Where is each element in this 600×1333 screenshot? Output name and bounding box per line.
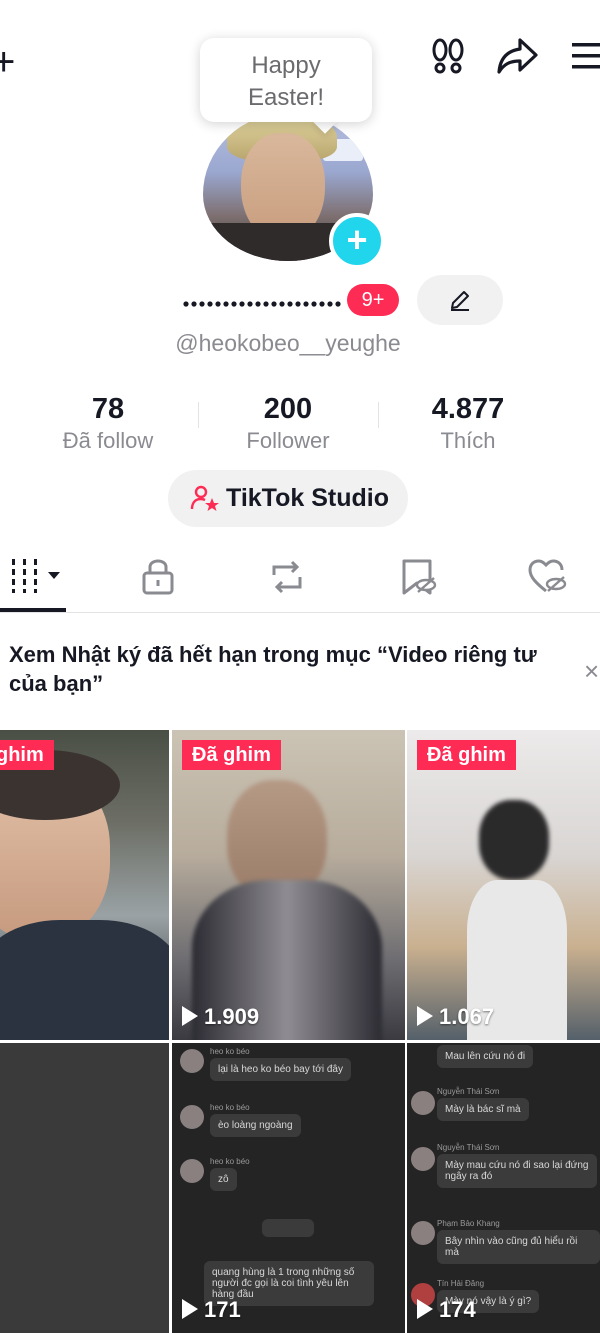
notification-badge[interactable]: 9+ xyxy=(347,284,399,316)
pinned-badge: Đã ghim xyxy=(417,740,516,770)
bubble-line1: Happy xyxy=(251,52,321,79)
liked-tab[interactable] xyxy=(526,555,570,599)
likes-label: Thích xyxy=(440,428,496,453)
play-icon xyxy=(182,1299,198,1319)
view-count: 171 xyxy=(182,1297,241,1323)
view-count: 1.067 xyxy=(417,1004,494,1030)
share-icon[interactable] xyxy=(496,36,538,76)
studio-label: TikTok Studio xyxy=(226,484,389,512)
stat-following[interactable]: 78 Đã follow xyxy=(18,392,198,456)
menu-icon[interactable] xyxy=(568,36,600,76)
tiktok-studio-button[interactable]: TikTok Studio xyxy=(168,470,408,527)
video-tile[interactable]: Đã ghim 1.067 xyxy=(407,730,600,1040)
add-avatar-button[interactable]: + xyxy=(329,213,385,269)
close-icon[interactable]: × xyxy=(584,656,599,687)
pencil-icon xyxy=(451,291,469,311)
edit-profile-button[interactable] xyxy=(417,275,503,325)
heart-hidden-icon xyxy=(528,559,567,593)
display-name xyxy=(182,296,344,307)
pinned-badge: ghim xyxy=(0,740,54,770)
grid-icon xyxy=(12,559,60,593)
repost-icon xyxy=(272,560,302,594)
play-icon xyxy=(182,1006,198,1026)
add-icon[interactable]: + xyxy=(0,42,15,82)
video-tile[interactable] xyxy=(0,1043,169,1333)
followers-count: 200 xyxy=(263,393,313,425)
footprints-icon[interactable] xyxy=(428,36,468,76)
likes-count: 4.877 xyxy=(431,393,505,425)
stat-likes[interactable]: 4.877 Thích xyxy=(378,392,558,456)
username: @heokobeo__yeughe xyxy=(175,330,401,356)
video-tile[interactable]: ghim 5 xyxy=(0,730,169,1040)
following-count: 78 xyxy=(91,393,125,425)
favorites-tab[interactable] xyxy=(398,555,442,599)
view-count: 1.909 xyxy=(182,1004,259,1030)
play-icon xyxy=(417,1006,433,1026)
view-count: 174 xyxy=(417,1297,476,1323)
following-label: Đã follow xyxy=(62,428,154,453)
lock-icon xyxy=(142,559,174,595)
private-tab[interactable] xyxy=(138,555,182,599)
reposts-tab[interactable] xyxy=(266,555,310,599)
video-tile[interactable]: Mau lên cứu nó đi Nguyễn Thái Sơn Mày là … xyxy=(407,1043,600,1333)
followers-label: Follower xyxy=(246,428,330,453)
video-tile[interactable]: heo ko béo lại là heo ko béo bay tới đây … xyxy=(172,1043,405,1333)
status-bubble[interactable]: Happy Easter! xyxy=(200,38,372,122)
video-tile[interactable]: Đã ghim 1.909 xyxy=(172,730,405,1040)
play-icon xyxy=(417,1299,433,1319)
pinned-badge: Đã ghim xyxy=(182,740,281,770)
bubble-line2: Easter! xyxy=(247,84,325,111)
stat-followers[interactable]: 200 Follower xyxy=(198,392,378,456)
videos-tab[interactable] xyxy=(10,555,60,599)
creator-star-icon xyxy=(190,485,219,511)
tabs-divider xyxy=(0,612,600,613)
bookmark-hidden-icon xyxy=(402,559,437,595)
expired-stories-notice[interactable]: Xem Nhật ký đã hết hạn trong mục “Video … xyxy=(9,640,579,698)
